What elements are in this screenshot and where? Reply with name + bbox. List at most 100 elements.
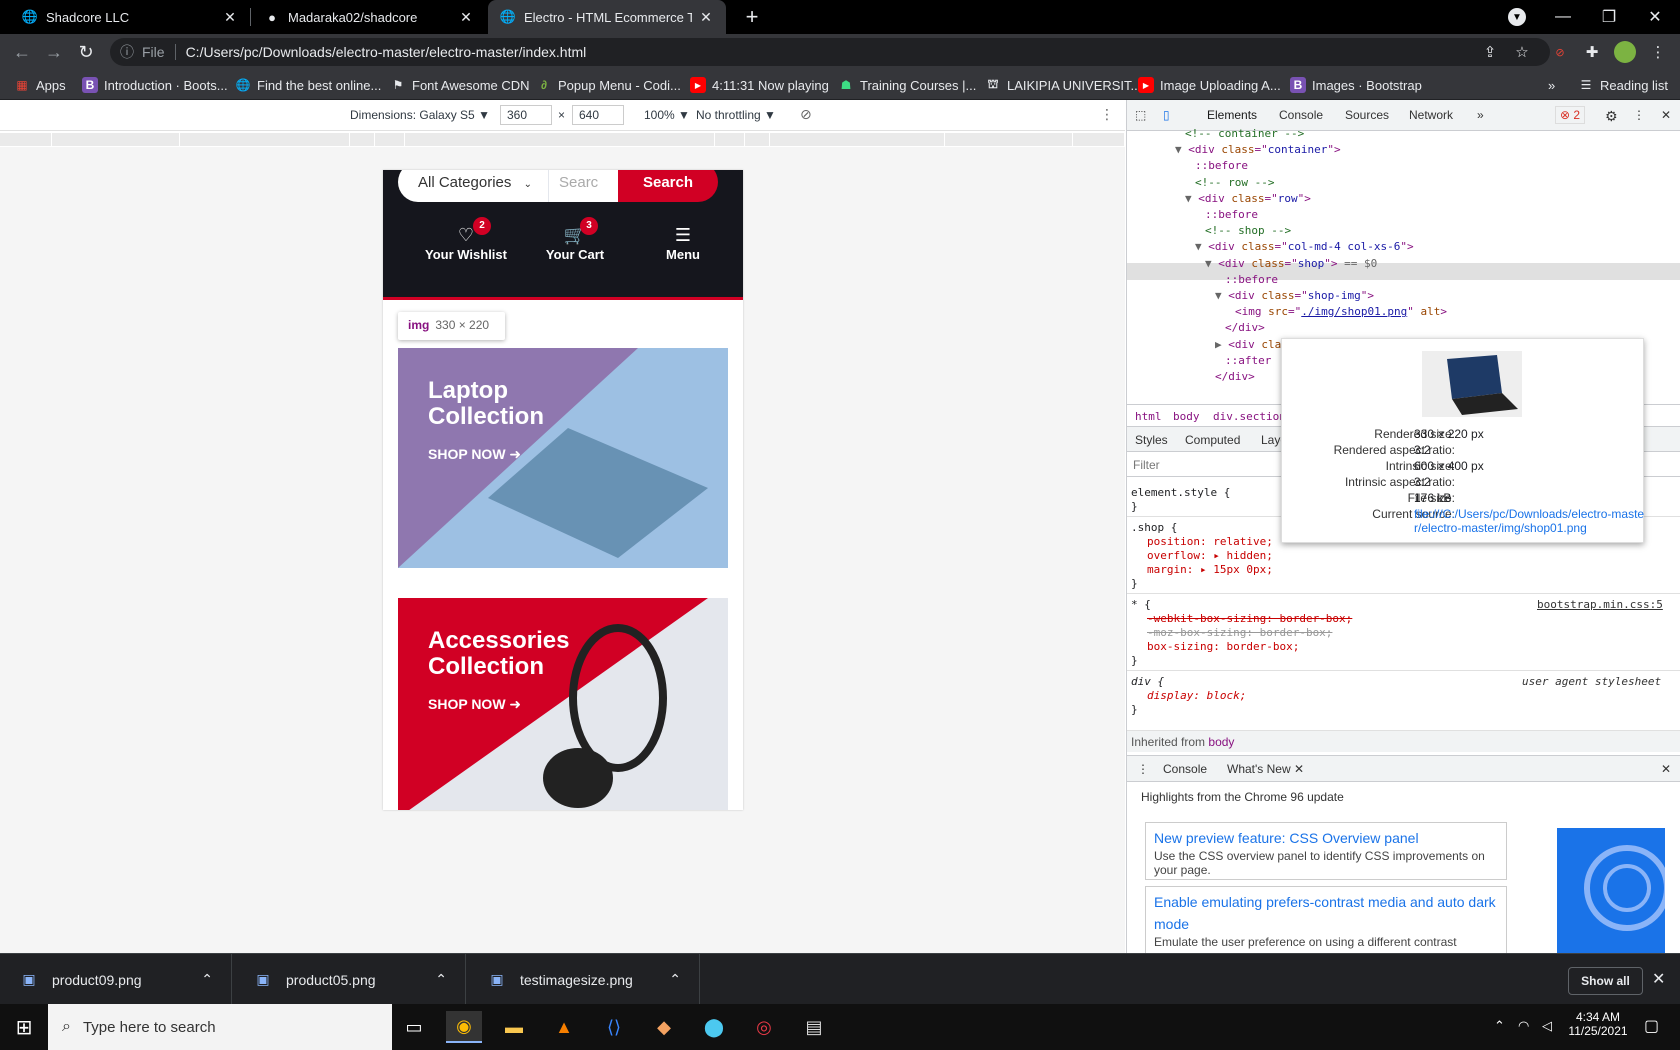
media-query-segment[interactable] <box>350 133 375 146</box>
accessories-collection-card[interactable]: Accessories Collection SHOP NOW ➜ <box>398 598 728 810</box>
breadcrumb-section[interactable]: div.section <box>1213 410 1286 423</box>
whats-new-card-title[interactable]: Enable emulating prefers-contrast media … <box>1154 891 1498 935</box>
vlc-icon[interactable]: ▲ <box>546 1011 582 1043</box>
bookmark-star-icon[interactable]: ☆ <box>1510 40 1534 64</box>
breadcrumb-body[interactable]: body <box>1173 410 1200 423</box>
tab-console[interactable]: Console <box>1279 108 1323 122</box>
css-property[interactable]: display: block; <box>1147 689 1246 702</box>
profile-avatar[interactable] <box>1614 41 1636 63</box>
extensions-puzzle-icon[interactable]: ✚ <box>1580 40 1604 64</box>
chevron-up-icon[interactable]: ⌃ <box>435 971 447 988</box>
bookmark-popup-menu[interactable]: ∂ Popup Menu - Codi... <box>536 76 681 94</box>
menu-kebab-icon[interactable]: ⋮ <box>1646 40 1670 64</box>
tab-sources[interactable]: Sources <box>1345 108 1389 122</box>
show-all-downloads-button[interactable]: Show all <box>1568 967 1643 995</box>
clock[interactable]: 4:34 AM 11/25/2021 <box>1566 1010 1630 1038</box>
device-height-input[interactable]: 640 <box>572 105 624 125</box>
chevron-up-icon[interactable]: ⌃ <box>669 971 681 988</box>
dom-tree-line[interactable]: ::before <box>1195 159 1248 172</box>
bookmark-image-upload[interactable]: ▶ Image Uploading A... <box>1138 76 1281 94</box>
browser-tab-shadcore[interactable]: 🌐 Shadcore LLC ✕ <box>10 0 250 34</box>
bookmark-now-playing[interactable]: ▶ 4:11:31 Now playing <box>690 76 829 94</box>
dom-tree-line[interactable]: ▼ <div class="shop-img"> <box>1215 289 1374 302</box>
inherited-element[interactable]: body <box>1208 735 1234 749</box>
media-query-segment[interactable] <box>405 133 715 146</box>
css-property[interactable]: position: relative; <box>1147 535 1273 548</box>
tab-search-icon[interactable]: ▼ <box>1508 8 1526 26</box>
extension-red-icon[interactable]: ⊘ <box>1548 40 1572 64</box>
download-item[interactable]: ▣ product05.png ⌃ <box>234 954 466 1005</box>
category-select[interactable]: All Categories ⌄ <box>398 170 548 202</box>
more-tabs-chevron[interactable]: » <box>1477 108 1484 122</box>
media-query-segment[interactable] <box>375 133 405 146</box>
task-view-icon[interactable]: ▭ <box>396 1011 432 1043</box>
zoom-dropdown[interactable]: 100% ▼ <box>644 108 690 122</box>
bookmark-bootstrap-intro[interactable]: B Introduction · Boots... <box>82 76 228 94</box>
forward-icon[interactable]: → <box>42 40 66 64</box>
more-options-icon[interactable]: ⋮ <box>1100 106 1114 123</box>
whats-new-card[interactable]: New preview feature: CSS Overview panel … <box>1145 822 1507 880</box>
wifi-icon[interactable]: ◠ <box>1518 1018 1529 1034</box>
whats-new-card-title[interactable]: New preview feature: CSS Overview panel <box>1154 827 1498 849</box>
throttling-dropdown[interactable]: No throttling ▼ <box>696 108 776 122</box>
dom-tree-line[interactable]: <!-- shop --> <box>1205 224 1291 237</box>
download-item[interactable]: ▣ product09.png ⌃ <box>0 954 232 1005</box>
restore-icon[interactable]: ❐ <box>1586 0 1632 34</box>
dom-tree-line[interactable]: ▼ <div class="shop"> == $0 <box>1205 257 1377 270</box>
reload-icon[interactable]: ↻ <box>74 40 98 64</box>
dom-tree-line[interactable]: ▼ <div class="row"> <box>1185 192 1311 205</box>
notifications-icon[interactable]: ▢ <box>1644 1016 1659 1036</box>
search-input[interactable]: Searc <box>548 170 618 202</box>
record-icon[interactable]: ◎ <box>746 1011 782 1043</box>
media-query-segment[interactable] <box>945 133 1073 146</box>
tab-network[interactable]: Network <box>1409 108 1453 122</box>
media-query-segment[interactable] <box>745 133 770 146</box>
bookmark-font-awesome[interactable]: ⚑ Font Awesome CDN <box>390 76 530 94</box>
tab-computed[interactable]: Computed <box>1185 433 1240 447</box>
settings-gear-icon[interactable]: ⚙ <box>1605 108 1618 125</box>
dom-tree-line[interactable]: ::after <box>1225 354 1271 367</box>
browser-tab-github[interactable]: ● Madaraka02/shadcore ✕ <box>252 0 486 34</box>
dimensions-dropdown[interactable]: Dimensions: Galaxy S5 ▼ <box>350 108 490 122</box>
window-close-icon[interactable]: ✕ <box>1632 0 1678 34</box>
media-query-segment[interactable] <box>52 133 180 146</box>
wishlist-link[interactable]: ♡ 2 Your Wishlist <box>416 217 516 262</box>
media-query-segment[interactable] <box>770 133 945 146</box>
bookmark-training[interactable]: ☗ Training Courses |... <box>838 76 977 94</box>
drawer-tab-console[interactable]: Console <box>1163 762 1207 776</box>
minimize-icon[interactable]: — <box>1540 0 1586 34</box>
vscode-icon[interactable]: ⟨⟩ <box>596 1011 632 1043</box>
popup-source-link[interactable]: file:///C:/Users/pc/Downloads/electro-ma… <box>1414 507 1644 521</box>
media-query-segment[interactable] <box>180 133 350 146</box>
css-property-overridden[interactable]: -moz-box-sizing: border-box; <box>1147 626 1332 639</box>
reading-list-button[interactable]: ☰ Reading list <box>1578 76 1668 94</box>
breadcrumb-html[interactable]: html <box>1135 410 1162 423</box>
search-button[interactable]: Search <box>618 170 718 202</box>
bookmark-find-online[interactable]: 🌐 Find the best online... <box>235 76 382 94</box>
dom-tree-line[interactable]: ::before <box>1205 208 1258 221</box>
system-tray-chevron-icon[interactable]: ⌃ <box>1494 1018 1505 1034</box>
media-query-segment[interactable] <box>0 133 52 146</box>
dom-tree-line[interactable]: ::before <box>1225 273 1278 286</box>
drawer-tab-whats-new[interactable]: What's New ✕ <box>1227 762 1304 776</box>
share-icon[interactable]: ⇪ <box>1478 40 1502 64</box>
media-query-segment[interactable] <box>715 133 745 146</box>
taskbar-search-box[interactable]: ⌕ Type here to search <box>48 1004 392 1050</box>
devtools-kebab-icon[interactable]: ⋮ <box>1633 108 1645 122</box>
laptop-collection-card[interactable]: Laptop Collection SHOP NOW ➜ <box>398 348 728 568</box>
css-property[interactable]: overflow: ▸ hidden; <box>1147 549 1273 562</box>
popup-source-link[interactable]: r/electro-master/img/shop01.png <box>1414 521 1587 535</box>
drawer-menu-icon[interactable]: ⋮ <box>1137 762 1149 776</box>
inspect-element-icon[interactable]: ⬚ <box>1135 108 1146 122</box>
element-style-rule[interactable]: element.style { <box>1131 486 1230 499</box>
close-downloads-icon[interactable]: ✕ <box>1652 969 1665 989</box>
device-toggle-icon[interactable]: ▯ <box>1163 108 1170 122</box>
shop-now-link[interactable]: SHOP NOW ➜ <box>428 696 521 713</box>
dom-tree-line[interactable]: ▼ <div class="col-md-4 col-xs-6"> <box>1195 240 1414 253</box>
media-query-bar[interactable] <box>0 131 1125 147</box>
windows-start-icon[interactable]: ⊞ <box>6 1011 42 1043</box>
volume-icon[interactable]: ◁ <box>1542 1018 1552 1034</box>
shop-selector[interactable]: .shop { <box>1131 521 1177 534</box>
div-selector[interactable]: div { <box>1131 675 1164 688</box>
more-bookmarks-chevron[interactable]: » <box>1548 76 1555 94</box>
